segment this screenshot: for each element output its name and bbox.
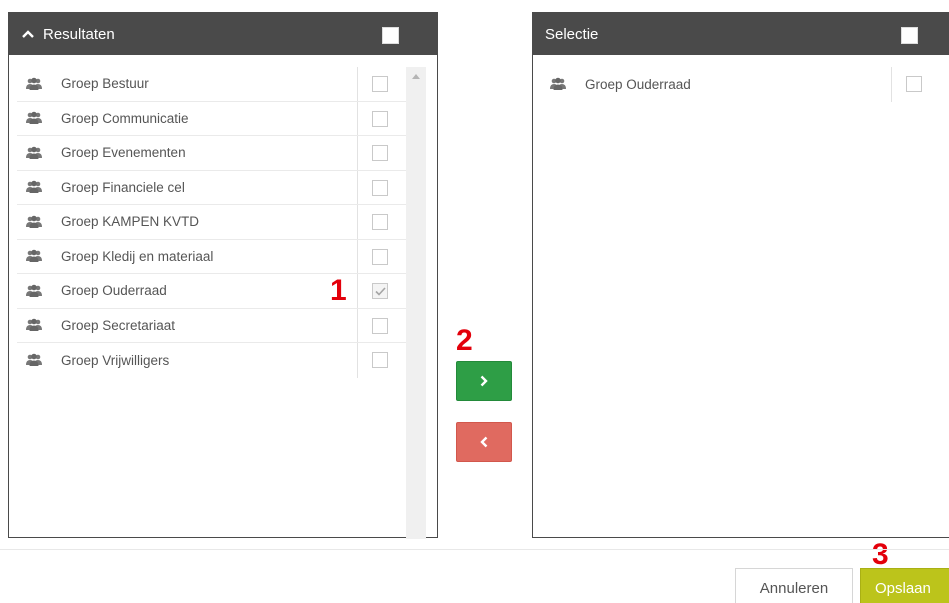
list-item-label: Groep Ouderraad: [585, 76, 691, 92]
results-list: Groep Bestuur Groep Communicatie Groep E…: [17, 67, 415, 378]
list-item-label: Groep Financiele cel: [61, 179, 185, 195]
row-checkbox[interactable]: [372, 145, 388, 161]
group-icon: [26, 353, 42, 367]
row-checkbox[interactable]: [372, 76, 388, 92]
row-checkbox[interactable]: [372, 352, 388, 368]
cell-divider: [357, 136, 358, 170]
save-button[interactable]: Opslaan: [860, 568, 949, 603]
group-icon: [26, 77, 42, 90]
results-scrollbar[interactable]: [406, 67, 426, 539]
list-item[interactable]: Groep Ouderraad: [17, 274, 415, 309]
selection-list: Groep Ouderraad: [541, 67, 941, 102]
list-item[interactable]: Groep Secretariaat: [17, 308, 415, 343]
list-item[interactable]: Groep Communicatie: [17, 101, 415, 136]
list-item-label: Groep Vrijwilligers: [61, 352, 170, 368]
row-checkbox[interactable]: [372, 214, 388, 230]
chevron-right-icon: [480, 375, 488, 387]
annotation-step-1: 1: [330, 274, 347, 307]
chevron-up-icon[interactable]: [21, 27, 35, 41]
list-item-label: Groep KAMPEN KVTD: [61, 214, 200, 230]
cell-divider: [357, 343, 358, 378]
annotation-step-2: 2: [456, 324, 473, 357]
cell-divider: [891, 67, 892, 102]
remove-from-selection-button[interactable]: [456, 422, 512, 462]
group-icon: [26, 249, 42, 263]
row-checkbox-checked[interactable]: [372, 283, 388, 299]
list-item[interactable]: Groep Kledij en materiaal: [17, 239, 415, 274]
selection-header: Selectie: [533, 13, 949, 55]
row-checkbox[interactable]: [906, 76, 922, 92]
list-item[interactable]: Groep Financiele cel: [17, 170, 415, 205]
group-icon: [26, 111, 42, 125]
list-item[interactable]: Groep Bestuur: [17, 67, 415, 102]
cancel-button[interactable]: Annuleren: [735, 568, 853, 603]
cell-divider: [357, 239, 358, 273]
group-icon: [550, 77, 566, 91]
list-item[interactable]: Groep Ouderraad: [541, 67, 941, 102]
chevron-left-icon: [480, 436, 488, 448]
annotation-step-3: 3: [872, 538, 889, 571]
group-icon: [26, 215, 42, 228]
cell-divider: [357, 170, 358, 204]
list-item-label: Groep Evenementen: [61, 145, 186, 161]
list-item-label: Groep Kledij en materiaal: [61, 248, 214, 264]
cell-divider: [357, 205, 358, 239]
selection-title: Selectie: [545, 25, 599, 43]
list-item-label: Groep Communicatie: [61, 110, 189, 126]
list-item[interactable]: Groep Evenementen: [17, 136, 415, 171]
list-item[interactable]: Groep Vrijwilligers: [17, 343, 415, 378]
row-checkbox[interactable]: [372, 317, 388, 334]
list-item-label: Groep Ouderraad: [61, 283, 167, 299]
checkmark-icon: [374, 286, 386, 296]
results-select-all-checkbox[interactable]: [382, 27, 399, 44]
footer-divider: [0, 549, 949, 550]
row-checkbox[interactable]: [372, 179, 388, 196]
group-icon: [26, 284, 42, 297]
group-icon: [26, 146, 42, 159]
cell-divider: [357, 308, 358, 342]
cell-divider: [357, 67, 358, 101]
selection-panel: Selectie Groep Ouderraad: [532, 12, 949, 538]
list-item-label: Groep Bestuur: [61, 76, 149, 92]
results-header[interactable]: Resultaten: [9, 13, 437, 55]
group-icon: [26, 180, 42, 194]
group-icon: [26, 318, 42, 332]
cell-divider: [357, 274, 358, 308]
row-checkbox[interactable]: [372, 110, 388, 127]
selection-select-all-checkbox[interactable]: [901, 27, 918, 44]
row-checkbox[interactable]: [372, 248, 388, 265]
results-title: Resultaten: [43, 25, 115, 43]
cell-divider: [357, 101, 358, 135]
scroll-up-icon[interactable]: [412, 74, 420, 79]
add-to-selection-button[interactable]: [456, 361, 512, 401]
results-panel: Resultaten Groep Bestuur Groep Communica…: [8, 12, 438, 539]
list-item[interactable]: Groep KAMPEN KVTD: [17, 205, 415, 240]
list-item-label: Groep Secretariaat: [61, 317, 176, 333]
